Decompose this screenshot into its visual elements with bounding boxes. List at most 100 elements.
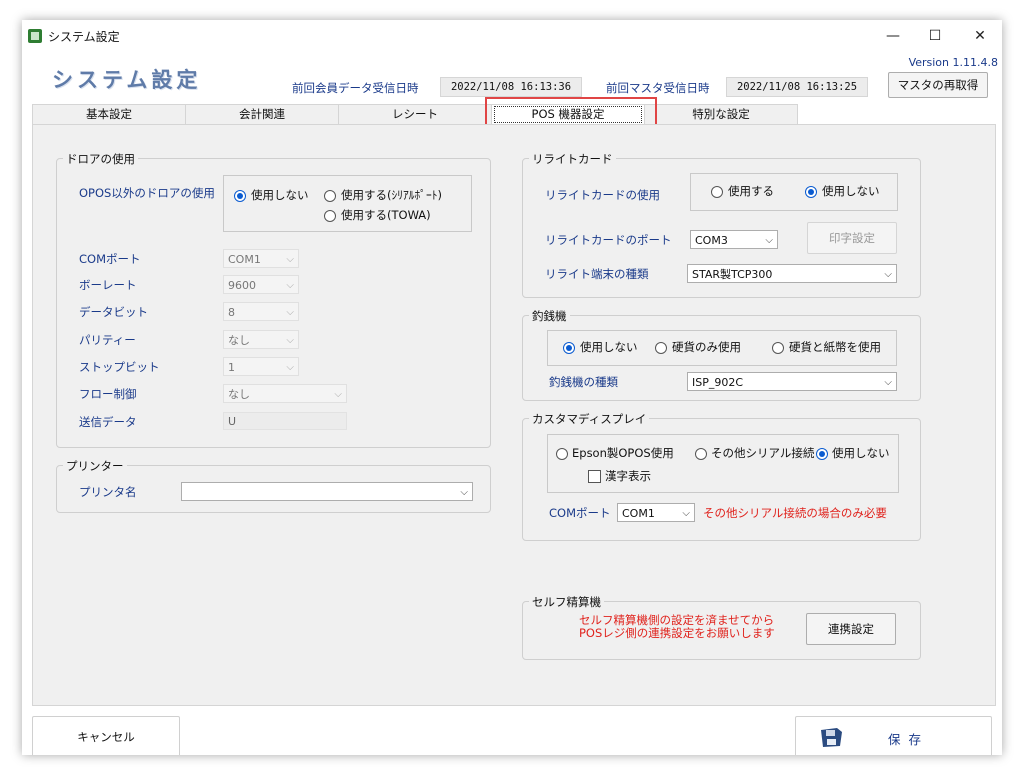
rewrite-use-label: リライトカードの使用 [545,188,660,202]
last-master-label: 前回マスタ受信日時 [606,81,710,95]
parity-label: パリティー [79,333,136,347]
chevron-down-icon: ⌵ [765,235,773,246]
refetch-master-button[interactable]: マスタの再取得 [888,72,988,98]
rewrite-port-select[interactable]: COM3 ⌵ [690,230,778,249]
rewrite-terminal-label: リライト端末の種類 [545,267,649,281]
databit-label: データビット [79,305,148,319]
save-label: 保 存 [888,732,923,747]
tab-accounting[interactable]: 会計関連 [185,104,339,124]
baud-select[interactable]: 9600 ⌵ [223,275,299,294]
parity-select[interactable]: なし ⌵ [223,330,299,349]
flow-value: なし [228,388,250,401]
com-port-select[interactable]: COM1 ⌵ [223,249,299,268]
cd-com-port-label: COMポート [549,506,611,520]
page-title: システム設定 [52,68,202,92]
link-settings-button[interactable]: 連携設定 [806,613,896,645]
maximize-button[interactable]: ☐ [915,24,955,48]
changer-coin-only-label: 硬貨のみ使用 [672,340,741,354]
chevron-down-icon: ⌵ [286,307,294,318]
tab-basic[interactable]: 基本設定 [32,104,186,124]
cd-com-port-select[interactable]: COM1 ⌵ [617,503,695,522]
cd-epson-label: Epson製OPOS使用 [572,446,674,460]
self-checkout-group: セルフ精算機 セルフ精算機側の設定を済ませてから POSレジ側の連携設定をお願い… [522,594,921,660]
cd-serial-note: その他シリアル接続の場合のみ必要 [703,506,887,520]
chevron-down-icon: ⌵ [884,377,892,388]
drawer-towa-radio[interactable] [324,210,336,222]
senddata-label: 送信データ [79,415,137,429]
kanji-display-label: 漢字表示 [605,469,651,483]
changer-not-use-radio[interactable] [563,342,575,354]
databit-value: 8 [228,306,235,319]
tab-receipt[interactable]: レシート [338,104,492,124]
changer-coin-bill-radio[interactable] [772,342,784,354]
rewrite-terminal-select[interactable]: STAR製TCP300 ⌵ [687,264,897,283]
chevron-down-icon: ⌵ [884,269,892,280]
changer-type-select[interactable]: ISP_902C ⌵ [687,372,897,391]
baud-value: 9600 [228,279,256,292]
tab-content: ドロアの使用 OPOS以外のドロアの使用 使用しない 使用する(ｼﾘｱﾙﾎﾟｰﾄ… [32,124,996,706]
drawer-legend: ドロアの使用 [63,151,138,167]
cd-com-port-value: COM1 [622,507,655,520]
com-port-label: COMポート [79,252,141,266]
kanji-display-checkbox[interactable] [588,470,601,483]
cd-other-serial-radio[interactable] [695,448,707,460]
cancel-button[interactable]: キャンセル [32,716,180,755]
changer-option-box: 使用しない 硬貨のみ使用 硬貨と紙幣を使用 [547,330,897,366]
senddata-input[interactable]: U [223,412,347,430]
minimize-button[interactable]: — [873,24,913,48]
chevron-down-icon: ⌵ [286,362,294,373]
app-icon [28,29,42,43]
save-button[interactable]: 保 存 [795,716,992,755]
customer-display-group: カスタマディスプレイ Epson製OPOS使用 その他シリアル接続 使用しない … [522,411,921,541]
flow-select[interactable]: なし ⌵ [223,384,347,403]
title-bar: システム設定 — ☐ ✕ [22,20,1002,52]
version-label: Version 1.11.4.8 [908,56,998,69]
drawer-group: ドロアの使用 OPOS以外のドロアの使用 使用しない 使用する(ｼﾘｱﾙﾎﾟｰﾄ… [56,151,491,448]
stopbit-label: ストップビット [79,360,160,374]
rewrite-port-label: リライトカードのポート [545,233,672,247]
chevron-down-icon: ⌵ [286,254,294,265]
rewrite-port-value: COM3 [695,234,728,247]
rewrite-not-use-radio[interactable] [805,186,817,198]
stopbit-value: 1 [228,361,235,374]
drawer-not-use-radio[interactable] [234,190,246,202]
cd-epson-radio[interactable] [556,448,568,460]
flow-label: フロー制御 [79,387,137,401]
footer: キャンセル 保 存 [22,706,1002,755]
last-member-value: 2022/11/08 16:13:36 [440,77,582,97]
changer-type-value: ISP_902C [692,376,744,389]
non-opos-drawer-label: OPOS以外のドロアの使用 [79,186,215,200]
printer-legend: プリンター [63,458,127,474]
cd-other-serial-label: その他シリアル接続 [711,446,815,460]
changer-legend: 釣銭機 [529,308,570,324]
chevron-down-icon: ⌵ [286,335,294,346]
last-master-value: 2022/11/08 16:13:25 [726,77,868,97]
stopbit-select[interactable]: 1 ⌵ [223,357,299,376]
printer-name-select[interactable]: ⌵ [181,482,473,501]
self-checkout-legend: セルフ精算機 [529,594,604,610]
drawer-not-use-label: 使用しない [251,188,309,202]
drawer-option-box: 使用しない 使用する(ｼﾘｱﾙﾎﾟｰﾄ) 使用する(TOWA) [223,175,472,232]
cd-not-use-radio[interactable] [816,448,828,460]
header: システム設定 Version 1.11.4.8 前回会員データ受信日時 2022… [22,52,1002,102]
cd-not-use-label: 使用しない [832,446,890,460]
databit-select[interactable]: 8 ⌵ [223,302,299,321]
rewrite-use-opt-label: 使用する [728,184,774,198]
close-button[interactable]: ✕ [960,24,1000,48]
change-machine-group: 釣銭機 使用しない 硬貨のみ使用 硬貨と紙幣を使用 釣銭機の種類 ISP_902… [522,308,921,401]
changer-coin-only-radio[interactable] [655,342,667,354]
app-window: システム設定 — ☐ ✕ システム設定 Version 1.11.4.8 前回会… [22,20,1002,755]
customer-display-legend: カスタマディスプレイ [529,411,650,427]
last-member-label: 前回会員データ受信日時 [292,81,419,95]
changer-not-use-label: 使用しない [580,340,638,354]
rewrite-not-use-opt-label: 使用しない [822,184,880,198]
chevron-down-icon: ⌵ [286,280,294,291]
print-settings-button[interactable]: 印字設定 [807,222,897,254]
drawer-serial-label: 使用する(ｼﾘｱﾙﾎﾟｰﾄ) [341,188,442,202]
printer-group: プリンター プリンタ名 ⌵ [56,458,491,513]
drawer-serial-radio[interactable] [324,190,336,202]
printer-name-label: プリンタ名 [79,485,137,499]
floppy-disk-icon [821,728,842,747]
rewrite-use-radio[interactable] [711,186,723,198]
tab-special[interactable]: 特別な設定 [644,104,798,124]
